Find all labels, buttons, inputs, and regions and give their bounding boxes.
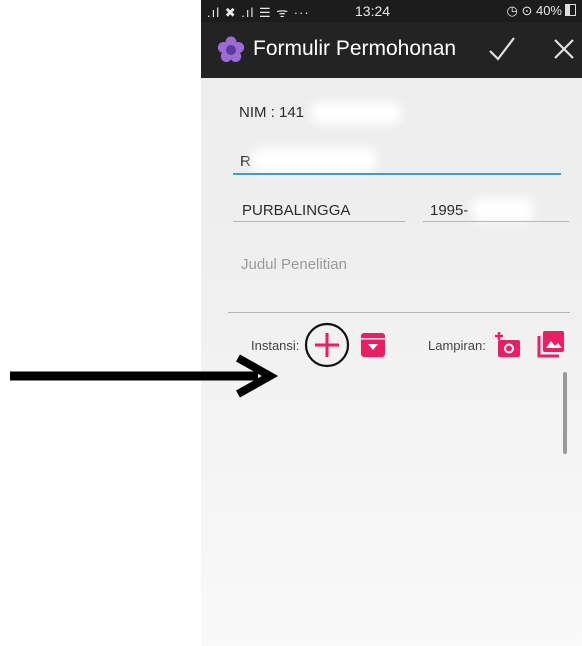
phone-screen: .ıl ✖ .ıl ☰ ᯤ ··· 13:24 ◷ ⊙ 40% Formulir… [201, 0, 582, 646]
clock: 13:24 [355, 3, 391, 19]
gallery-image-icon[interactable] [536, 329, 566, 359]
birthplace-underline [233, 221, 405, 222]
add-photo-camera-icon[interactable] [494, 331, 522, 359]
signal-icons: .ıl ✖ .ıl ☰ ᯤ ··· [207, 5, 310, 20]
research-title-input[interactable]: Judul Penelitian [241, 256, 347, 273]
name-input-value[interactable]: R [240, 153, 251, 170]
birthdate-underline [423, 221, 569, 222]
redacted-date [473, 198, 533, 222]
redacted-nim [311, 102, 401, 124]
nim-label: NIM : 141 [239, 104, 305, 121]
annotation-arrow-icon [10, 354, 279, 398]
instansi-label: Instansi: [251, 338, 300, 353]
birthdate-input[interactable]: 1995- [430, 202, 468, 219]
status-bar: .ıl ✖ .ıl ☰ ᯤ ··· 13:24 ◷ ⊙ 40% [201, 0, 582, 22]
scrollbar[interactable] [563, 372, 567, 454]
page-title: Formulir Permohonan [253, 37, 457, 60]
battery-icon [565, 4, 576, 16]
name-input-underline[interactable] [233, 173, 561, 175]
research-title-underline [228, 312, 570, 313]
app-bar: Formulir Permohonan [201, 22, 582, 78]
redacted-name [251, 148, 376, 172]
birthplace-input[interactable]: PURBALINGGA [242, 202, 350, 219]
close-button[interactable] [549, 34, 579, 64]
lampiran-label: Lampiran: [428, 338, 486, 353]
battery-status: ◷ ⊙ 40% [507, 3, 576, 19]
confirm-check-button[interactable] [487, 32, 517, 66]
add-instansi-button[interactable] [304, 322, 350, 368]
app-logo-icon [217, 36, 245, 62]
archive-download-icon[interactable] [360, 332, 386, 358]
